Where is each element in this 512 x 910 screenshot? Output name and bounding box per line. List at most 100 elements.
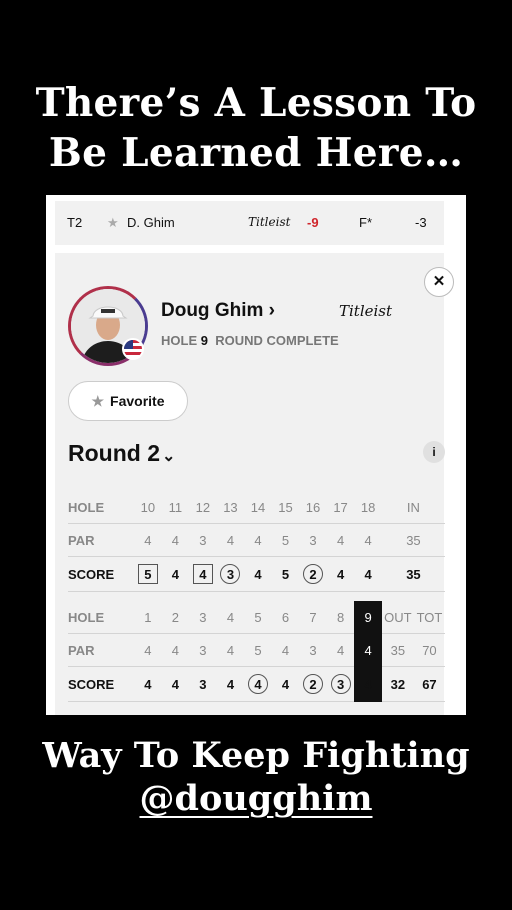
hole-cell: 4 (326, 556, 355, 592)
hole-cell: 4 (216, 601, 245, 634)
hole-cell: 4 (271, 633, 300, 667)
scorecard-row: PAR 4 4 3 4 5 4 3 4 4 35 70 (68, 633, 445, 667)
hole-cell: 4 (216, 666, 245, 702)
brand-logo: Titleist (248, 215, 291, 229)
favorite-button[interactable]: ★ Favorite (68, 381, 188, 421)
hole-cell: 13 (216, 491, 245, 524)
scorecard-row: SCORE 5 4 4 3 4 5 2 4 4 35 (68, 556, 445, 592)
hole-cell: 3 (299, 633, 327, 667)
total-cell: 32 (381, 666, 414, 702)
hole-cell: 2 (299, 666, 327, 702)
row-label: PAR (68, 633, 135, 667)
hole-cell: 12 (189, 491, 217, 524)
total-cell: IN (381, 491, 445, 524)
hole-cell: 4 (244, 523, 272, 557)
hole-cell: 4 (326, 523, 355, 557)
leader-thru: F* (359, 215, 372, 230)
player-status: HOLE 9 ROUND COMPLETE (161, 333, 339, 348)
player-card: ✕ Doug Ghim › Titleist HOLE 9 ROUND COMP… (55, 253, 454, 715)
hole-cell: 2 (299, 556, 327, 592)
hole-cell: 16 (299, 491, 327, 524)
hole-cell: 3 (189, 666, 217, 702)
hole-cell: 3 (189, 633, 217, 667)
hole-cell: 1 (134, 601, 162, 634)
hole-cell: 4 (161, 523, 190, 557)
hole-cell: 4 (354, 556, 382, 592)
hole-cell: 4 (161, 666, 190, 702)
close-icon[interactable]: ✕ (424, 267, 454, 297)
hole-cell: 4 (354, 666, 382, 702)
birdie-marker: 2 (303, 674, 324, 694)
hole-cell: 3 (189, 523, 217, 557)
threads-handle[interactable]: @dougghim (140, 778, 373, 819)
bogey-marker: 4 (192, 564, 213, 584)
headline-top: There’s A Lesson To Be Learned Here… (35, 80, 477, 176)
star-icon[interactable]: ★ (107, 215, 119, 231)
leader-today: -3 (415, 215, 427, 230)
headline-line: Way To Keep Fighting (42, 735, 470, 776)
birdie-marker: 2 (303, 564, 324, 584)
scorecard-screenshot: T2 ★ D. Ghim Titleist -9 F* -3 ✕ Doug Gh… (46, 195, 466, 715)
hole-cell: 10 (134, 491, 162, 524)
hole-cell: 4 (134, 666, 162, 702)
round-selector[interactable]: Round 2 ⌄ (68, 440, 175, 467)
total-cell: 35 (381, 556, 445, 592)
hole-cell: 2 (161, 601, 190, 634)
hole-cell: 3 (216, 556, 245, 592)
row-label: PAR (68, 523, 135, 557)
hole-cell: 15 (271, 491, 300, 524)
hole-cell: 8 (326, 601, 355, 634)
brand-logo: Titleist (339, 302, 393, 320)
scorecard-back-nine: HOLE 10 11 12 13 14 15 16 17 18 IN PAR 4 4 3 4 4 5 3 4 4 35 SC… (68, 491, 445, 592)
hole-cell: 4 (354, 523, 382, 557)
total-cell: TOT (413, 601, 445, 634)
hole-cell: 9 (354, 601, 382, 634)
total-cell: OUT (381, 601, 414, 634)
hole-cell: 4 (216, 523, 245, 557)
row-label: SCORE (68, 666, 135, 702)
hole-cell: 14 (244, 491, 272, 524)
hole-cell: 11 (161, 491, 190, 524)
hole-cell: 4 (244, 666, 272, 702)
scorecard-row: HOLE 10 11 12 13 14 15 16 17 18 IN (68, 491, 445, 524)
hole-cell: 4 (161, 633, 190, 667)
hole-cell: 4 (244, 556, 272, 592)
hole-cell: 5 (271, 523, 300, 557)
hole-cell: 3 (189, 601, 217, 634)
us-flag-icon (122, 338, 144, 360)
row-label: HOLE (68, 491, 135, 524)
leader-position: T2 (67, 215, 83, 230)
total-cell: 35 (381, 633, 414, 667)
hole-cell: 4 (354, 633, 382, 667)
scorecard-row: SCORE 4 4 3 4 4 4 2 3 4 32 67 (68, 666, 445, 702)
hole-cell: 4 (189, 556, 217, 592)
birdie-marker: 3 (330, 674, 351, 694)
chevron-down-icon: ⌄ (162, 448, 176, 465)
hole-cell: 4 (161, 556, 190, 592)
hole-cell: 5 (271, 556, 300, 592)
hole-cell: 7 (299, 601, 327, 634)
row-label: SCORE (68, 556, 135, 592)
birdie-marker: 4 (247, 674, 268, 694)
hole-cell: 17 (326, 491, 355, 524)
info-icon[interactable]: i (423, 441, 445, 463)
total-cell: 67 (413, 666, 445, 702)
hole-cell: 4 (326, 633, 355, 667)
star-icon: ★ (91, 393, 105, 409)
total-cell: 35 (381, 523, 445, 557)
hole-cell: 5 (244, 633, 272, 667)
hole-cell: 3 (299, 523, 327, 557)
row-label: HOLE (68, 601, 135, 634)
player-name-link[interactable]: Doug Ghim › (161, 300, 275, 322)
hole-cell: 4 (271, 666, 300, 702)
hole-cell: 4 (134, 633, 162, 667)
hole-cell: 18 (354, 491, 382, 524)
bogey-marker: 5 (137, 564, 158, 584)
birdie-marker: 3 (220, 564, 241, 584)
hole-cell: 6 (271, 601, 300, 634)
scorecard-front-nine: HOLE 1 2 3 4 5 6 7 8 9 OUT TOT PAR 4 4 3 4 5 4 3 4 4 35 70 SCORE… (68, 601, 445, 702)
scorecard-row: HOLE 1 2 3 4 5 6 7 8 9 OUT TOT (68, 601, 445, 634)
leaderboard-row[interactable]: T2 ★ D. Ghim Titleist -9 F* -3 (55, 201, 444, 245)
leader-to-par: -9 (307, 215, 319, 230)
hole-cell: 4 (216, 633, 245, 667)
